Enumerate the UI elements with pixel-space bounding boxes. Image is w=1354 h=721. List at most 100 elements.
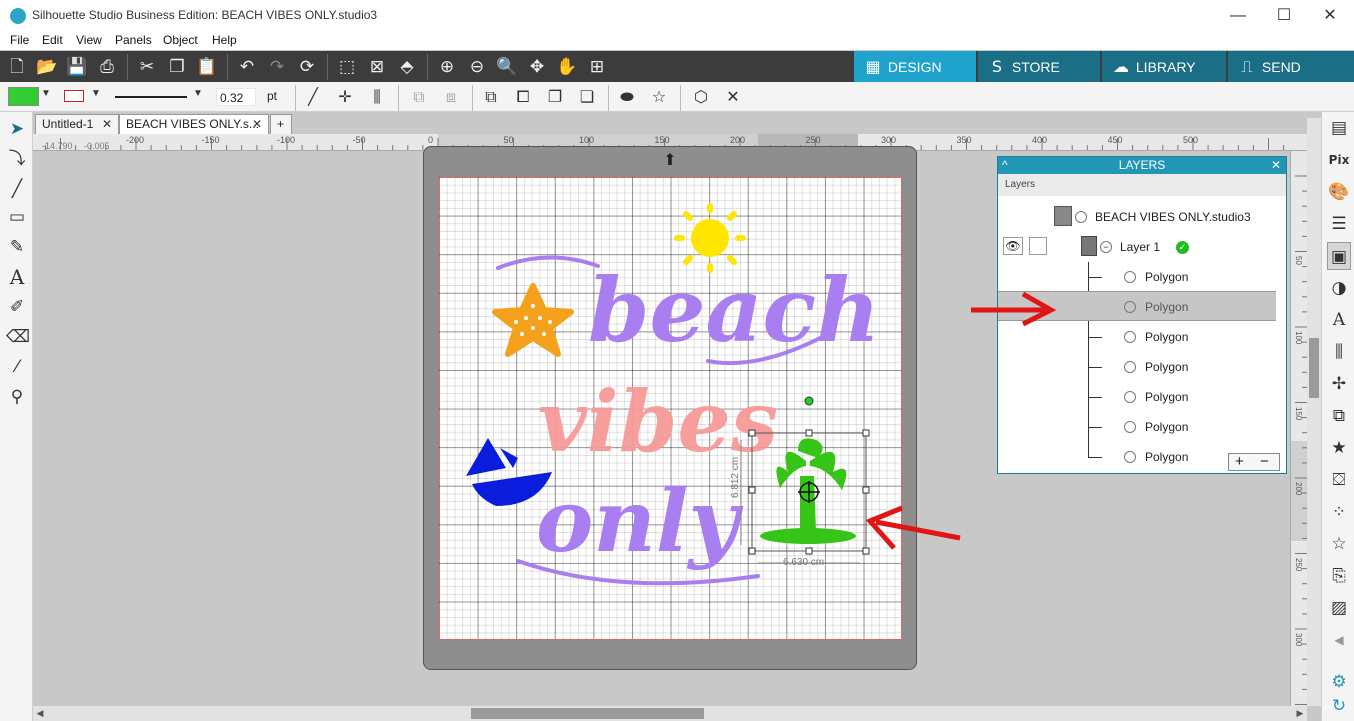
star-icon[interactable]: ☆ xyxy=(648,86,670,108)
pixscan-icon[interactable]: Pix xyxy=(1327,146,1351,174)
add-layer-button[interactable]: + xyxy=(1235,454,1244,470)
word-only[interactable]: only xyxy=(536,471,744,572)
save-icon[interactable]: 💾 xyxy=(66,56,88,78)
send-to-back-icon[interactable]: ⧠ xyxy=(512,86,534,108)
doc-tab-untitled[interactable]: Untitled-1 ✕ xyxy=(35,114,119,134)
align-panel-icon[interactable]: ⫼ xyxy=(1327,338,1351,366)
line-style-preview[interactable] xyxy=(115,96,187,98)
sketch-star-icon[interactable]: ☆ xyxy=(1327,530,1351,558)
tab-store[interactable]: S STORE xyxy=(978,51,1100,82)
3d-box-icon[interactable]: ⬡ xyxy=(690,86,712,108)
modify-star-icon[interactable]: ★ xyxy=(1327,434,1351,462)
draw-line-icon[interactable]: ╱ xyxy=(6,176,28,202)
group-icon[interactable]: ⧉ xyxy=(408,86,430,108)
close-tab-icon[interactable]: ✕ xyxy=(102,115,112,133)
move-icon[interactable]: ✛ xyxy=(334,86,356,108)
menu-help[interactable]: Help xyxy=(212,33,237,47)
tab-design[interactable]: ▦ DESIGN xyxy=(854,51,976,82)
select-by-color-icon[interactable]: ⬘ xyxy=(396,56,418,78)
close-button[interactable]: ✕ xyxy=(1307,4,1353,28)
transform-icon[interactable]: ✢ xyxy=(1327,370,1351,398)
paint-icon[interactable]: ✐ xyxy=(6,294,28,320)
item-circle-icon[interactable] xyxy=(1124,301,1136,313)
item-circle-icon[interactable] xyxy=(1124,421,1136,433)
bring-to-front-icon[interactable]: ⧉ xyxy=(480,86,502,108)
sync-icon[interactable]: ↻ xyxy=(1327,692,1351,720)
layer-row[interactable]: 👁 − Layer 1 ✓ xyxy=(998,232,1276,262)
knife-icon[interactable]: ⁄ xyxy=(6,354,28,380)
cut-icon[interactable]: ✂ xyxy=(136,56,158,78)
item-circle-icon[interactable] xyxy=(1124,361,1136,373)
doc-tab-beach-vibes[interactable]: BEACH VIBES ONLY.s... ✕ xyxy=(119,114,269,134)
bring-forward-icon[interactable]: ❐ xyxy=(544,86,566,108)
rhinestone-icon[interactable]: ⎘ xyxy=(1327,562,1351,590)
line-weight-input[interactable]: 0.32 xyxy=(216,88,256,106)
offset-icon[interactable]: ⛋ xyxy=(1327,466,1351,494)
starfish-shape[interactable] xyxy=(492,283,574,357)
tab-send[interactable]: ⎍ SEND xyxy=(1228,51,1354,82)
edit-points-icon[interactable]: ⤵ xyxy=(6,146,28,172)
align-icon[interactable]: ⫼ xyxy=(366,86,388,108)
selection-box[interactable] xyxy=(738,395,873,575)
replicate-icon[interactable]: ⧉ xyxy=(1327,402,1351,430)
draw-rectangle-icon[interactable]: ▭ xyxy=(6,204,28,230)
item-circle-icon[interactable] xyxy=(1124,391,1136,403)
close-tool-icon[interactable]: ✕ xyxy=(722,86,744,108)
line-tool-icon[interactable]: ╱ xyxy=(302,86,324,108)
menu-view[interactable]: View xyxy=(76,33,102,47)
item-circle-icon[interactable] xyxy=(1124,271,1136,283)
undo-icon[interactable]: ↶ xyxy=(236,56,258,78)
menu-edit[interactable]: Edit xyxy=(42,33,63,47)
tab-library[interactable]: ☁ LIBRARY xyxy=(1102,51,1226,82)
send-backward-icon[interactable]: ❏ xyxy=(576,86,598,108)
close-tab-icon[interactable]: ✕ xyxy=(252,115,262,133)
text-tool-icon[interactable]: A xyxy=(6,264,28,290)
print-icon[interactable]: ⎙ xyxy=(96,56,118,78)
scroll-right-icon[interactable]: ▶ xyxy=(1293,706,1307,721)
new-icon[interactable]: 🗋 xyxy=(6,56,28,78)
zoom-out-icon[interactable]: ⊖ xyxy=(466,56,488,78)
layer-toggle-icon[interactable]: − xyxy=(1100,241,1112,253)
vertical-scrollbar[interactable] xyxy=(1307,118,1321,706)
shadow-icon[interactable]: ⬬ xyxy=(616,86,638,108)
new-tab-button[interactable]: + xyxy=(270,114,292,134)
maximize-button[interactable]: ☐ xyxy=(1261,4,1307,28)
menu-file[interactable]: File xyxy=(10,33,29,47)
ungroup-icon[interactable]: ⧈ xyxy=(440,86,462,108)
fill-dropdown-icon[interactable]: ▼ xyxy=(41,88,51,99)
fill-color-swatch[interactable] xyxy=(8,87,39,106)
trace-icon[interactable]: ⁘ xyxy=(1327,498,1351,526)
zoom-select-icon[interactable]: 🔍 xyxy=(496,56,518,78)
item-circle-icon[interactable] xyxy=(1124,331,1136,343)
page-setup-icon[interactable]: ▤ xyxy=(1327,114,1351,142)
collapse-panel-icon[interactable]: ◀ xyxy=(1327,626,1351,654)
layer-item-row[interactable]: Polygon xyxy=(998,442,1226,472)
menu-panels[interactable]: Panels xyxy=(115,33,152,47)
palette-icon[interactable]: 🎨 xyxy=(1327,178,1351,206)
menu-object[interactable]: Object xyxy=(163,33,198,47)
document-row[interactable]: BEACH VIBES ONLY.studio3 xyxy=(998,202,1276,232)
redraw-icon[interactable]: ⟳ xyxy=(296,56,318,78)
text-style-icon[interactable]: A xyxy=(1327,306,1351,334)
eraser-icon[interactable]: ⌫ xyxy=(6,324,30,350)
pan-icon[interactable]: ✋ xyxy=(556,56,578,78)
copy-icon[interactable]: ❐ xyxy=(166,56,188,78)
collapse-panel-button[interactable]: ^ xyxy=(1002,157,1008,174)
horizontal-scrollbar[interactable]: ◀ ▶ xyxy=(33,706,1307,721)
word-beach[interactable]: beach xyxy=(588,258,880,362)
scroll-left-icon[interactable]: ◀ xyxy=(33,706,47,721)
paste-icon[interactable]: 📋 xyxy=(196,56,218,78)
minimize-button[interactable]: — xyxy=(1215,4,1261,28)
line-style-dropdown-icon[interactable]: ▼ xyxy=(193,88,203,99)
eyedropper-icon[interactable]: ⚲ xyxy=(6,384,28,410)
redo-icon[interactable]: ↷ xyxy=(266,56,288,78)
remove-layer-button[interactable]: − xyxy=(1260,454,1269,470)
line-style-icon[interactable]: ☰ xyxy=(1327,210,1351,238)
close-panel-button[interactable]: ✕ xyxy=(1271,157,1281,174)
horizontal-scroll-thumb[interactable] xyxy=(471,708,704,719)
layer-item-row[interactable]: Polygon xyxy=(998,382,1276,412)
flourish-top-left[interactable] xyxy=(496,255,600,270)
zoom-in-icon[interactable]: ⊕ xyxy=(436,56,458,78)
line-color-swatch[interactable] xyxy=(64,90,84,102)
deselect-icon[interactable]: ⊠ xyxy=(366,56,388,78)
